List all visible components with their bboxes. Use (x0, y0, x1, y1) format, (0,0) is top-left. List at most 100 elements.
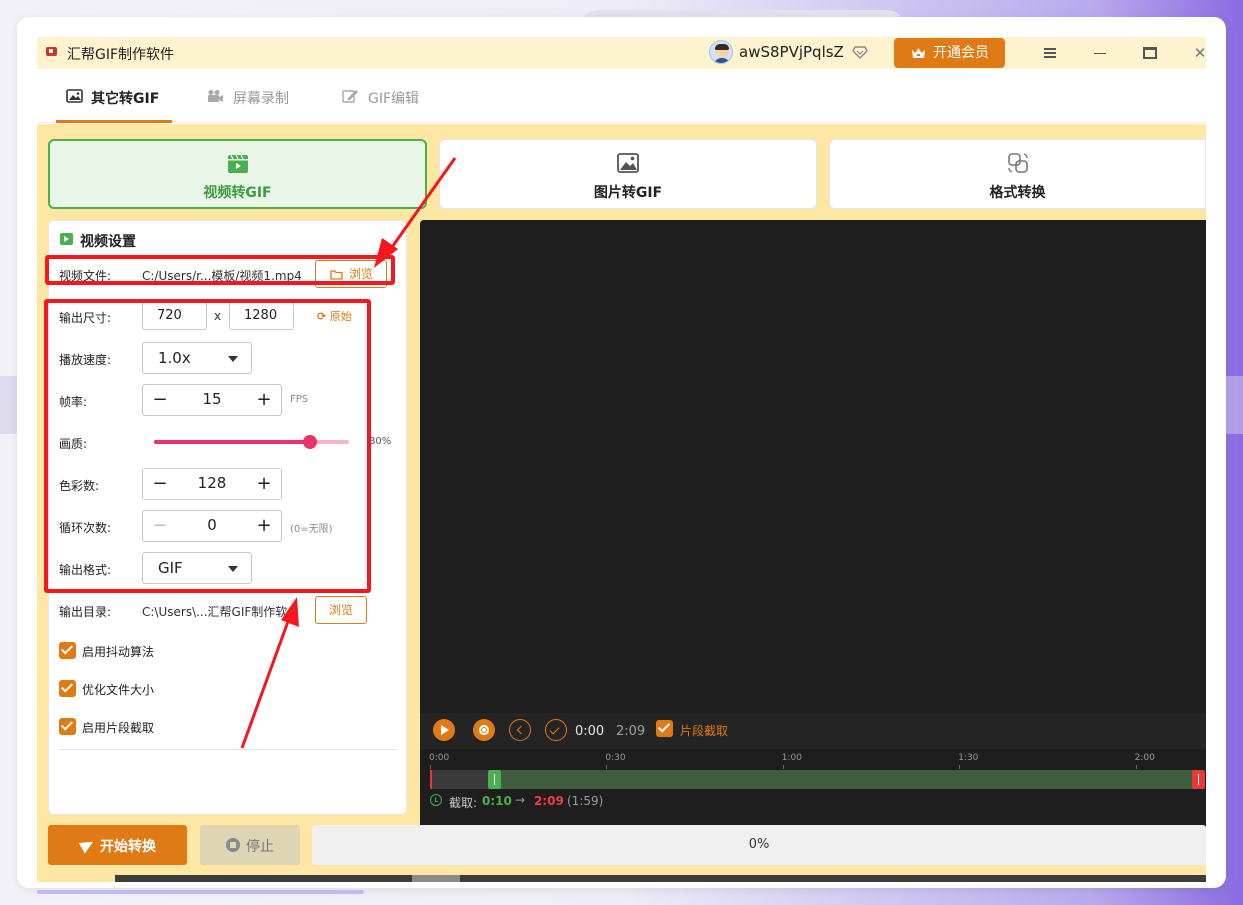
browse-video-button[interactable]: 浏览 (315, 260, 387, 288)
stop-button[interactable]: 停止 (200, 825, 300, 865)
original-size-label: 原始 (329, 310, 352, 323)
start-convert-label: 开始转换 (100, 839, 156, 855)
timeline-tick-label: 2:00 (1134, 753, 1155, 763)
clip-start-time: 0:10 (482, 794, 512, 808)
timeline-tick-label: 0:00 (429, 753, 450, 763)
timeline-tick (959, 765, 961, 769)
dither-label: 启用抖动算法 (82, 645, 155, 659)
size-separator: x (214, 309, 222, 323)
panel-title: 视频设置 (80, 234, 136, 250)
app-title: 汇帮GIF制作软件 (67, 47, 175, 63)
start-convert-button[interactable]: 开始转换 (48, 825, 187, 865)
video-preview (420, 220, 1206, 713)
chevron-down-icon (228, 566, 238, 572)
fps-unit: FPS (290, 394, 309, 405)
picture-icon (617, 153, 639, 173)
main-area: 视频转GIF 图片转GIF 格式转换 视频设置 视频文件: C:/Users/r… (37, 124, 1206, 882)
player-controls: 0:00 2:09 片段截取 (420, 713, 1206, 749)
clip-start-handle[interactable] (487, 770, 501, 789)
quality-slider-fill (154, 440, 310, 444)
mode-video-to-gif[interactable]: 视频转GIF (48, 139, 427, 209)
total-time: 2:09 (616, 724, 646, 739)
colors-label: 色彩数: (59, 479, 100, 493)
alarm-icon (430, 794, 442, 806)
browse-output-button[interactable]: 浏览 (315, 596, 367, 624)
timeline-tick-label: 1:00 (781, 753, 803, 763)
panel-divider (59, 749, 397, 750)
username[interactable]: awS8PVjPqlsZ (739, 43, 844, 61)
edit-icon (342, 90, 358, 103)
speed-label: 播放速度: (59, 353, 112, 367)
close-icon[interactable]: ✕ (1187, 41, 1206, 65)
colors-increment-button[interactable]: + (255, 473, 273, 495)
clip-checkbox[interactable] (59, 718, 76, 735)
user-avatar[interactable] (709, 40, 733, 64)
format-value: GIF (158, 559, 183, 577)
set-start-icon[interactable] (509, 719, 531, 741)
minimize-icon[interactable] (1087, 41, 1113, 65)
mode-format-convert[interactable]: 格式转换 (829, 139, 1206, 209)
loop-increment-button[interactable]: + (255, 515, 273, 537)
format-label: 输出格式: (59, 563, 112, 577)
arrow-right-icon: → (515, 793, 526, 807)
segment-checkbox[interactable] (656, 720, 673, 737)
mode-image-to-gif[interactable]: 图片转GIF (439, 139, 817, 209)
tab-other-to-gif[interactable]: 其它转GIF (56, 69, 172, 123)
stop-label: 停止 (246, 839, 274, 855)
chevron-down-icon (228, 356, 238, 362)
open-vip-label: 开通会员 (933, 45, 989, 61)
open-vip-button[interactable]: 开通会员 (894, 38, 1005, 68)
clip-end-handle[interactable] (1192, 770, 1205, 789)
loop-value[interactable]: 0 (173, 516, 251, 534)
refresh-icon: ⟳ (317, 310, 327, 323)
menu-icon[interactable] (1037, 41, 1063, 65)
fps-value[interactable]: 15 (173, 390, 251, 408)
timeline-tick-label: 0:30 (605, 753, 626, 763)
clip-label: 启用片段截取 (82, 721, 155, 735)
format-select[interactable]: GIF (142, 552, 252, 584)
video-file-path: C:/Users/r...模板/视频1.mp4 (142, 269, 302, 283)
optimize-label: 优化文件大小 (82, 683, 155, 697)
speed-select[interactable]: 1.0x (142, 342, 252, 374)
clip-duration: (1:59) (567, 794, 604, 808)
height-input[interactable]: 1280 (229, 302, 294, 330)
output-dir-path: C:\Users\...汇帮GIF制作软 (142, 605, 288, 619)
colors-stepper: − 128 + (142, 468, 282, 500)
timeline-track[interactable] (430, 770, 1205, 789)
output-size-label: 输出尺寸: (59, 311, 112, 325)
fps-stepper: − 15 + (142, 384, 282, 416)
timeline: 截取: 0:10 → 2:09 (1:59) 0:00 0:30 1:00 1:30 2… (420, 749, 1206, 827)
optimize-checkbox[interactable] (59, 680, 76, 697)
loop-stepper: − 0 + (142, 510, 282, 542)
width-input[interactable]: 720 (142, 302, 207, 330)
speed-value: 1.0x (158, 349, 191, 367)
quality-slider-thumb[interactable] (303, 435, 317, 449)
camera-icon (208, 90, 223, 102)
confirm-icon[interactable] (545, 719, 567, 741)
stop-icon[interactable] (473, 719, 495, 741)
colors-decrement-button[interactable]: − (151, 473, 169, 495)
app-window: 汇帮GIF制作软件 awS8PVjPqlsZ 开通会员 ✕ 其它转GIF 屏幕录… (17, 17, 1226, 888)
background-line (37, 890, 364, 894)
original-size-button[interactable]: ⟳ 原始 (317, 308, 352, 324)
timeline-tick (782, 765, 784, 769)
output-dir-label: 输出目录: (59, 605, 112, 619)
fps-label: 帧率: (59, 395, 88, 409)
fps-increment-button[interactable]: + (255, 389, 273, 411)
quality-slider[interactable] (154, 435, 349, 449)
playhead[interactable] (430, 770, 432, 789)
play-icon[interactable] (433, 719, 455, 741)
main-tab-bar: 其它转GIF 屏幕录制 GIF编辑 (37, 69, 1206, 123)
maximize-icon[interactable] (1137, 41, 1163, 65)
loop-decrement-button[interactable]: − (151, 515, 169, 537)
colors-value[interactable]: 128 (173, 474, 251, 492)
convert-icon (1007, 153, 1028, 173)
progress-bar: 0% (312, 825, 1206, 865)
fps-decrement-button[interactable]: − (151, 389, 169, 411)
quality-value: 80% (369, 436, 392, 447)
vip-diamond-icon (852, 44, 868, 60)
dither-checkbox[interactable] (59, 642, 76, 659)
loop-hint: (0=无限) (290, 524, 333, 535)
title-bar: 汇帮GIF制作软件 awS8PVjPqlsZ 开通会员 ✕ (37, 37, 1206, 69)
video-settings-panel: 视频设置 视频文件: C:/Users/r...模板/视频1.mp4 浏览 输出… (48, 220, 407, 815)
